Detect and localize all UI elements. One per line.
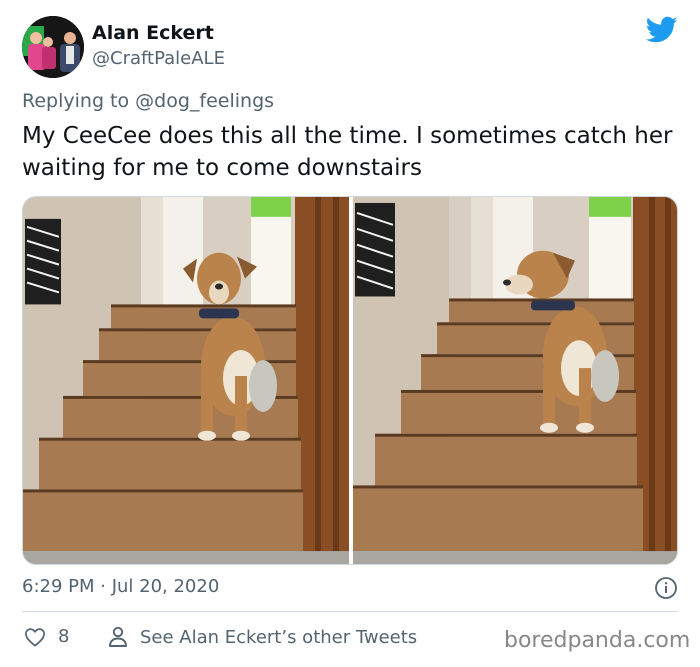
reply-prefix: Replying to	[22, 90, 130, 112]
like-count: 8	[58, 626, 70, 647]
tweet-photo-left[interactable]	[23, 197, 349, 564]
like-button[interactable]: 8	[24, 626, 69, 647]
tweet-photo-right[interactable]	[353, 197, 678, 564]
author-handle[interactable]: @CraftPaleALE	[92, 48, 225, 69]
twitter-bird-icon[interactable]	[646, 16, 678, 44]
tweet-media[interactable]	[22, 196, 678, 565]
other-tweets-link[interactable]: See Alan Eckert’s other Tweets	[108, 626, 417, 648]
info-icon[interactable]	[654, 576, 678, 600]
heart-icon	[25, 627, 45, 646]
reply-context: Replying to @dog_feelings	[22, 90, 274, 112]
divider	[22, 611, 678, 612]
other-tweets-label: See Alan Eckert’s other Tweets	[140, 626, 418, 648]
watermark: boredpanda.com	[504, 628, 691, 653]
tweet-timestamp[interactable]: 6:29 PM · Jul 20, 2020	[22, 576, 219, 597]
tweet-text: My CeeCee does this all the time. I some…	[22, 123, 673, 181]
person-icon	[109, 626, 127, 647]
avatar-image	[22, 16, 84, 78]
author-display-name[interactable]: Alan Eckert	[92, 22, 214, 44]
reply-mention-link[interactable]: @dog_feelings	[135, 90, 274, 112]
avatar[interactable]	[22, 16, 84, 78]
